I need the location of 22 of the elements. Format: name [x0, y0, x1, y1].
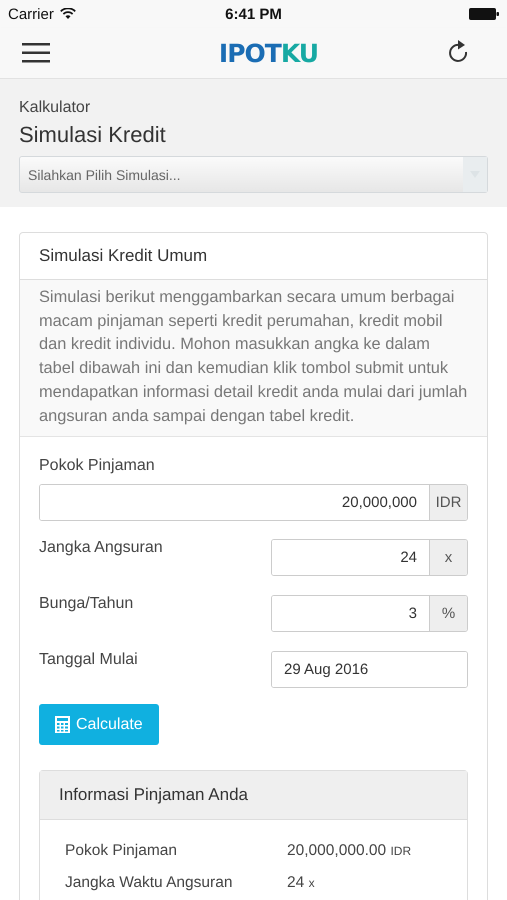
app-logo: IPOTKU: [218, 38, 318, 68]
info-value: 24 x: [287, 874, 315, 892]
field-label: Tanggal Mulai: [39, 651, 138, 670]
info-label: Pokok Pinjaman: [65, 842, 178, 860]
carrier-label: Carrier: [8, 6, 54, 22]
card-description: Simulasi berikut menggambarkan secara umum berbagai macam pinjaman seperti kredit perumahan, kredit mobil dan kredit individu. Mohon masukkan angka ke dalam tabel dibawah ini dan kemudian klik tombol submit untuk mendapatkan informasi detail kredit anda mulai dari jumlah angsuran anda sampai dengan tabel kredit.: [39, 287, 468, 427]
input-field[interactable]: 29 Aug 2016: [272, 652, 467, 688]
field-label: Jangka Angsuran: [39, 539, 163, 558]
calculator-icon: [55, 716, 70, 734]
page-subtitle: Kalkulator: [19, 99, 92, 117]
status-time: 6:41 PM: [225, 6, 282, 22]
card-title: Simulasi Kredit Umum: [39, 246, 208, 265]
wifi-icon: [60, 8, 76, 20]
info-value: 20,000,000.00 IDR: [287, 842, 412, 860]
page-title: Simulasi Kredit: [19, 122, 167, 148]
simulation-dropdown[interactable]: Silahkan Pilih Simulasi...: [19, 156, 488, 193]
field-label: Pokok Pinjaman: [39, 457, 156, 476]
info-title: Informasi Pinjaman Anda: [59, 785, 248, 804]
info-label: Jangka Waktu Angsuran: [65, 874, 234, 892]
menu-icon[interactable]: [22, 42, 50, 64]
field-label: Bunga/Tahun: [39, 595, 134, 614]
battery-icon: [468, 8, 499, 20]
